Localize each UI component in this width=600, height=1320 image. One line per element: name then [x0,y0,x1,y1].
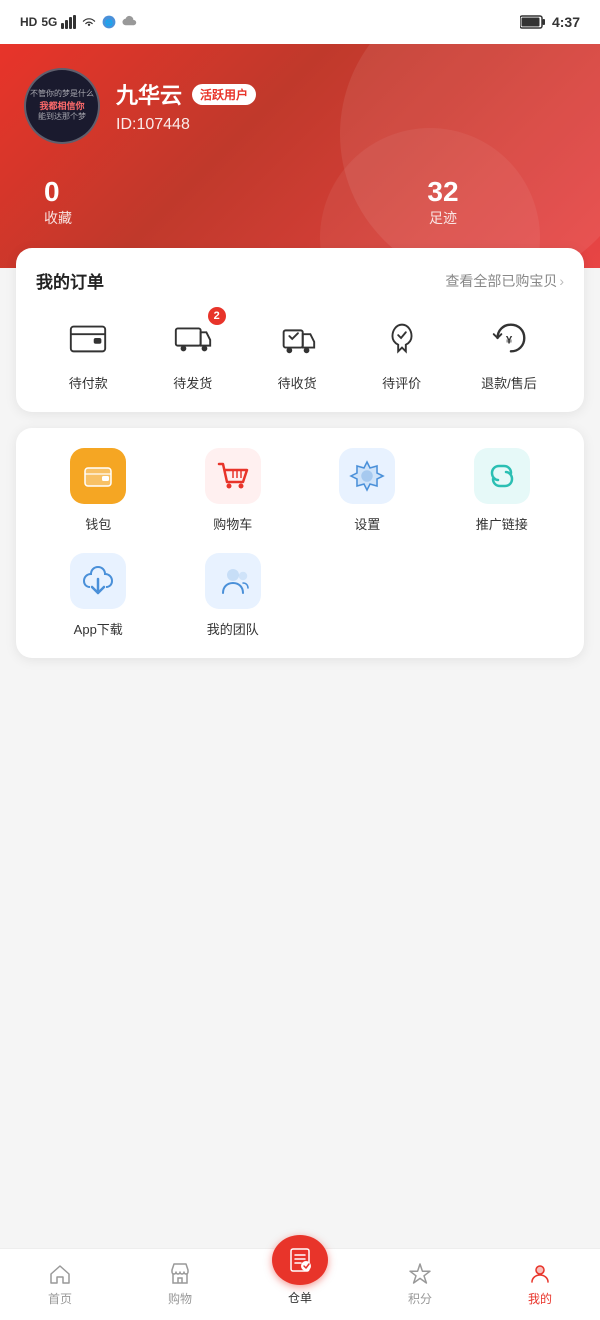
delivery-icon [276,317,318,359]
status-right: 4:37 [520,14,580,30]
profile-icon [528,1262,552,1286]
nav-order-label: 仓单 [288,1289,312,1306]
active-badge: 活跃用户 [192,84,256,105]
refund-icon-wrap: ¥ [484,313,534,363]
nav-order[interactable]: 仓单 [240,1235,360,1306]
order-link[interactable]: 查看全部已购宝贝 › [445,271,564,291]
bottom-nav: 首页 购物 仓单 积分 我的 [0,1248,600,1320]
nav-center-circle [272,1235,328,1285]
status-bar: HD 5G 🌐 4:37 [0,0,600,44]
team-label: 我的团队 [207,619,259,638]
chevron-right-icon: › [559,273,564,289]
tool-cart[interactable]: 购物车 [171,448,296,533]
nav-home[interactable]: 首页 [0,1249,120,1320]
nav-points-label: 积分 [408,1290,432,1307]
pending-review-icon-wrap [377,313,427,363]
nav-profile-label: 我的 [528,1290,552,1307]
tool-app-download[interactable]: App下载 [36,553,161,638]
pending-review-label: 待评价 [382,373,421,392]
collections-label: 收藏 [44,210,72,226]
profile-header: 不管你的梦是什么 我都相信你 能到达那个梦 九华云 活跃用户 ID:107448… [0,44,600,268]
nav-shop-label: 购物 [168,1290,192,1307]
cloud-icon [121,14,137,30]
cart-svg [213,456,253,496]
tools-grid: 钱包 购物车 设置 [36,448,564,638]
hd-label: HD [20,15,37,29]
download-tool-icon [70,553,126,609]
order-item-pending-payment[interactable]: 待付款 [63,313,113,392]
cart-label: 购物车 [213,514,252,533]
promo-link-label: 推广链接 [476,514,528,533]
status-left: HD 5G 🌐 [20,14,137,30]
review-icon [381,317,423,359]
cart-tool-icon [205,448,261,504]
order-item-pending-ship[interactable]: 2 待发货 [168,313,218,392]
footprints-label: 足迹 [429,210,457,226]
tool-my-team[interactable]: 我的团队 [171,553,296,638]
profile-name-row: 九华云 活跃用户 [116,78,256,110]
ship-badge: 2 [208,307,226,325]
nav-shop[interactable]: 购物 [120,1249,240,1320]
refund-label: 退款/售后 [481,373,537,392]
ship-icon [172,317,214,359]
tool-wallet[interactable]: 钱包 [36,448,161,533]
order-center-icon [286,1246,314,1274]
order-item-refund[interactable]: ¥ 退款/售后 [481,313,537,392]
settings-tool-icon [339,448,395,504]
footprints-stat: 32 足迹 [310,176,576,228]
signal-5g: 5G [41,15,57,29]
profile-stats: 0 收藏 32 足迹 [24,168,576,228]
order-icons: 待付款 2 待发货 [36,313,564,392]
download-svg [80,563,116,599]
collections-stat: 0 收藏 [24,176,310,228]
collections-count: 0 [44,176,310,208]
tools-card: 钱包 购物车 设置 [16,428,584,658]
settings-svg [349,458,385,494]
refund-icon: ¥ [488,317,530,359]
tool-promo-link[interactable]: 推广链接 [440,448,565,533]
nav-home-label: 首页 [48,1290,72,1307]
nav-profile[interactable]: 我的 [480,1249,600,1320]
order-card: 我的订单 查看全部已购宝贝 › 待付款 [16,248,584,412]
profile-info: 九华云 活跃用户 ID:107448 [116,78,256,134]
tool-settings[interactable]: 设置 [305,448,430,533]
order-item-pending-review[interactable]: 待评价 [377,313,427,392]
wallet-svg [82,460,114,492]
wifi-icon [81,15,97,29]
globe-icon: 🌐 [101,14,117,30]
home-icon [48,1262,72,1286]
svg-text:🌐: 🌐 [105,19,113,27]
nav-points[interactable]: 积分 [360,1249,480,1320]
download-label: App下载 [74,619,123,638]
shop-icon [168,1262,192,1286]
pending-ship-label: 待发货 [173,373,212,392]
profile-name: 九华云 [116,78,182,110]
wallet-tool-icon [70,448,126,504]
order-item-pending-receive[interactable]: 待收货 [272,313,322,392]
avatar[interactable]: 不管你的梦是什么 我都相信你 能到达那个梦 [24,68,100,144]
wallet-label: 钱包 [85,514,111,533]
team-svg [215,563,251,599]
time-display: 4:37 [552,14,580,30]
footprints-count: 32 [310,176,576,208]
settings-label: 设置 [354,514,380,533]
promo-tool-icon [474,448,530,504]
profile-top: 不管你的梦是什么 我都相信你 能到达那个梦 九华云 活跃用户 ID:107448 [24,68,576,144]
svg-text:¥: ¥ [506,335,513,347]
battery-icon [520,15,546,29]
points-icon [408,1262,432,1286]
pending-payment-icon-wrap [63,313,113,363]
wallet-icon [67,317,109,359]
link-svg [484,458,520,494]
team-tool-icon [205,553,261,609]
profile-id: ID:107448 [116,116,256,134]
pending-receive-icon-wrap [272,313,322,363]
signal-icon [61,15,77,29]
pending-payment-label: 待付款 [69,373,108,392]
order-title: 我的订单 [36,268,104,293]
pending-ship-icon-wrap: 2 [168,313,218,363]
order-header: 我的订单 查看全部已购宝贝 › [36,268,564,293]
order-link-text: 查看全部已购宝贝 [445,271,557,291]
pending-receive-label: 待收货 [278,373,317,392]
